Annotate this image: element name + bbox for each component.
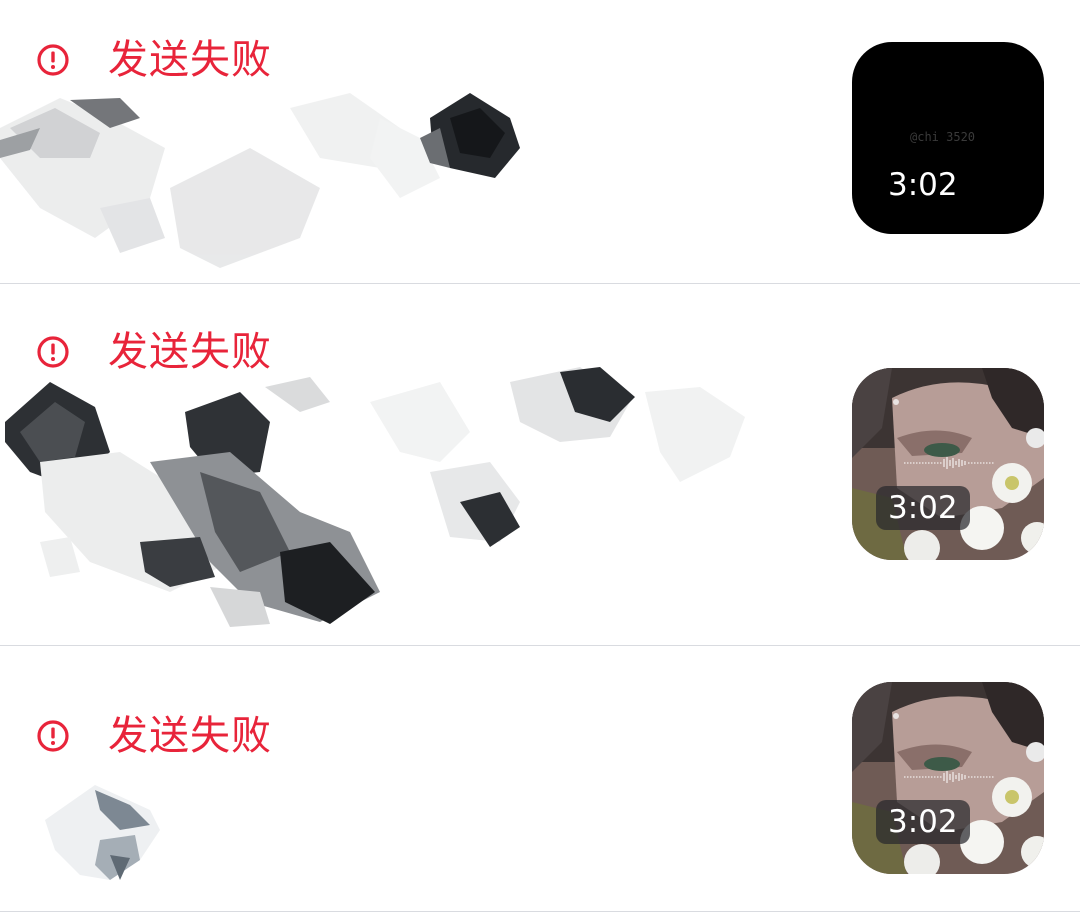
send-status: 发送失败 — [36, 712, 272, 760]
video-thumbnail[interactable]: 3:02 — [852, 368, 1044, 560]
exclamation-circle-icon[interactable] — [36, 43, 70, 77]
audio-waveform-icon — [904, 457, 995, 469]
exclamation-circle-icon[interactable] — [36, 719, 70, 753]
audio-waveform-icon — [904, 771, 995, 783]
video-thumbnail[interactable]: 3:02 — [852, 682, 1044, 874]
message-sketch-image — [5, 367, 745, 627]
send-failed-label[interactable]: 发送失败 — [108, 36, 272, 84]
send-failed-label[interactable]: 发送失败 — [108, 712, 272, 760]
message-sketch-image — [0, 93, 520, 268]
message-sketch-image — [45, 785, 160, 880]
message-item: 发送失败 3:02 — [0, 646, 1080, 912]
message-list: 发送失败 @chi 3520 3:02 发送失败 3:02 发送失败 3:02 — [0, 0, 1080, 916]
message-item: 发送失败 @chi 3520 3:02 — [0, 0, 1080, 284]
video-thumbnail[interactable]: @chi 3520 3:02 — [852, 42, 1044, 234]
video-duration: 3:02 — [876, 486, 970, 530]
video-duration: 3:02 — [888, 167, 958, 203]
video-duration: 3:02 — [876, 800, 970, 844]
send-status: 发送失败 — [36, 36, 272, 84]
message-item: 发送失败 3:02 — [0, 284, 1080, 646]
thumbnail-watermark: @chi 3520 — [910, 130, 976, 144]
